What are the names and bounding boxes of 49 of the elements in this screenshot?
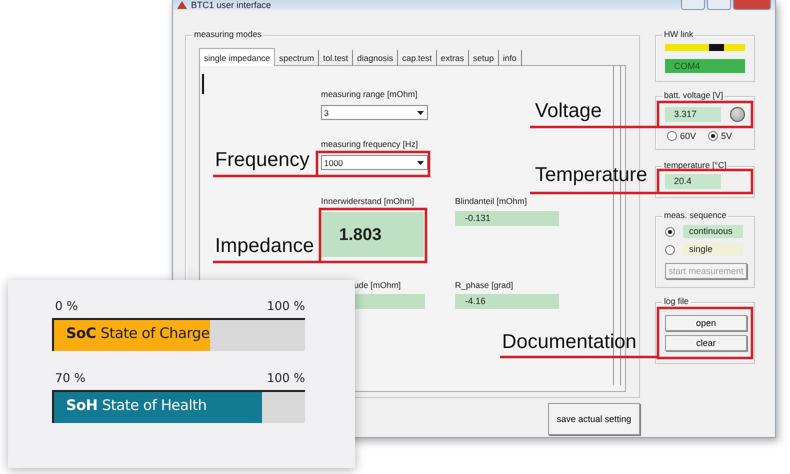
dropdown-arrow-icon [417, 160, 424, 166]
callout-label: Voltage [535, 100, 602, 122]
port-field: COM4 [665, 59, 745, 73]
callout-label: Impedance [215, 235, 314, 257]
group-label: meas. sequence [662, 211, 728, 220]
option-label: continuous [683, 225, 743, 238]
reading-field: -0.131 [455, 211, 559, 226]
radio-button[interactable] [708, 131, 718, 141]
group-label: batt. voltage [V] [662, 91, 726, 100]
save-setting-button[interactable]: save actual setting [548, 403, 640, 435]
gauge-label: SoH State of Health [66, 398, 207, 414]
frequency-dropdown[interactable]: 1000 [321, 155, 428, 170]
radio-button[interactable] [665, 226, 675, 236]
callout-label: Temperature [535, 164, 648, 186]
log-button[interactable]: clear [665, 335, 747, 351]
group-label: measuring modes [192, 30, 264, 39]
field-label: R_phase [grad] [455, 281, 514, 290]
group-label: log file [662, 297, 691, 306]
app-icon [177, 1, 187, 9]
field-label: measuring frequency [Hz] [321, 140, 418, 149]
scale-min: 0 % [55, 299, 78, 313]
callout-label: Documentation [502, 331, 637, 353]
callout-label: Frequency [215, 149, 310, 171]
scale-max: 100 % [266, 371, 305, 385]
radio-button[interactable] [665, 244, 675, 254]
reading-field: 1.803 [321, 212, 424, 257]
minimize-button[interactable] [681, 0, 705, 10]
temperature-field: 20.4 [665, 174, 721, 189]
log-button[interactable]: open [665, 315, 747, 331]
scale-min: 70 % [55, 371, 86, 385]
tab[interactable]: single impedance [199, 48, 276, 68]
status-lamp-icon [730, 107, 745, 122]
scale-max: 100 % [266, 299, 305, 313]
radio-button[interactable] [667, 131, 677, 141]
voltage-field: 3.317 [665, 107, 721, 122]
maximize-button[interactable] [707, 0, 731, 10]
gauge-label: SoC State of Charge [66, 326, 210, 342]
field-label: measuring range [mOhm] [321, 90, 418, 99]
option-label: single [683, 243, 743, 256]
field-label: Innerwiderstand [mOhm] [321, 197, 416, 206]
radio-label: 5V [721, 131, 732, 141]
range-dropdown[interactable]: 3 [321, 105, 428, 120]
dropdown-arrow-icon [417, 110, 424, 116]
reading-field: -4.16 [455, 294, 559, 309]
field-label: Blindanteil [mOhm] [455, 197, 528, 206]
window-title: BTC1 user interface [191, 0, 272, 10]
text-cursor [202, 74, 204, 94]
radio-label: 60V [680, 131, 696, 141]
group-label: HW link [662, 30, 696, 39]
